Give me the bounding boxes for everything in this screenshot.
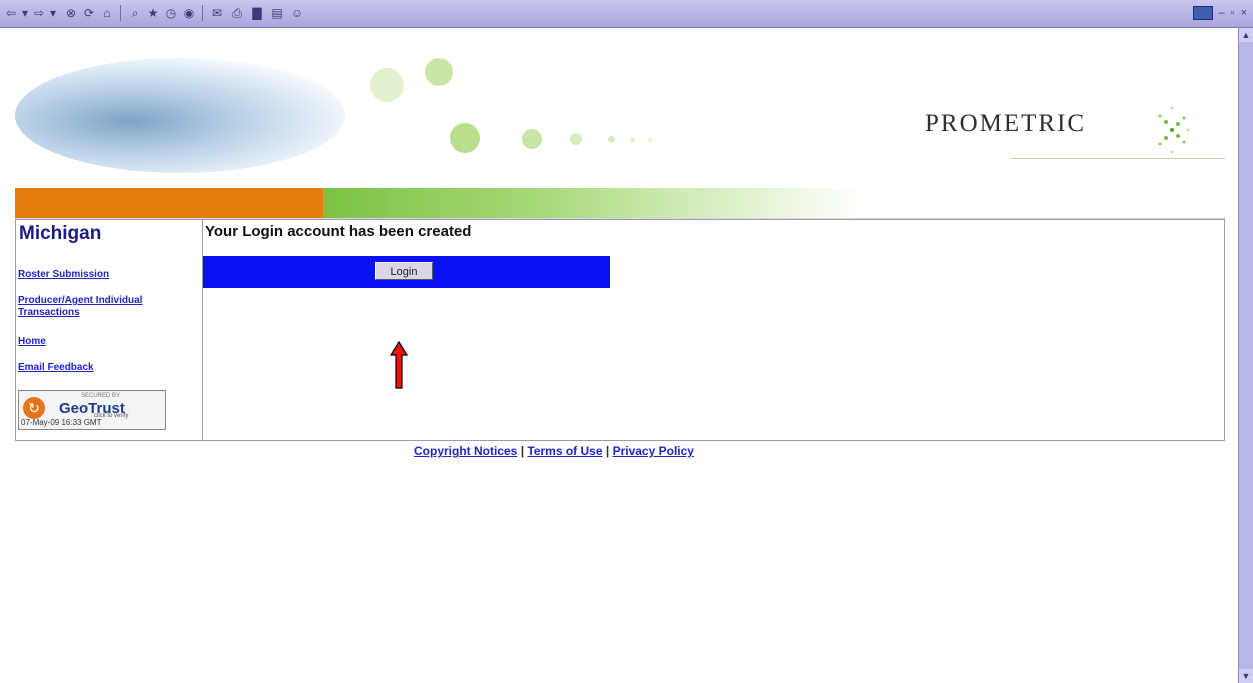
confirmation-message: Your Login account has been created xyxy=(205,223,472,240)
seal-date: 07-May-09 16:33 GMT xyxy=(21,418,102,427)
decor-dot xyxy=(648,138,652,142)
header-green-bar xyxy=(323,188,863,218)
restore-icon[interactable]: ▫ xyxy=(1231,7,1235,19)
prometric-logo-text: PROMETRIC xyxy=(925,110,1087,137)
print-icon[interactable]: ⎙ xyxy=(230,6,244,20)
sidebar-link-roster-submission[interactable]: Roster Submission xyxy=(18,269,109,281)
sidebar-link-home[interactable]: Home xyxy=(18,336,46,348)
sidebar-link-email-feedback[interactable]: Email Feedback xyxy=(18,362,94,374)
footer: Copyright Notices | Terms of Use | Priva… xyxy=(414,444,694,458)
prometric-logo-icon xyxy=(1158,106,1190,154)
search-icon[interactable]: ⌕ xyxy=(128,6,142,20)
forward-icon[interactable]: ⇨ xyxy=(32,6,46,20)
decor-dot xyxy=(522,129,542,149)
edit-icon[interactable]: ▇ xyxy=(250,6,264,20)
sidebar: Michigan Roster Submission Producer/Agen… xyxy=(16,220,203,440)
seal-secured-by: SECURED BY xyxy=(81,393,121,399)
header-swoosh-graphic xyxy=(15,58,345,173)
dropdown-icon[interactable]: ▾ xyxy=(46,6,60,20)
dropdown-icon[interactable]: ▾ xyxy=(18,6,32,20)
main-panel: Michigan Roster Submission Producer/Agen… xyxy=(15,219,1225,441)
footer-link-terms[interactable]: Terms of Use xyxy=(527,444,602,458)
red-arrow-icon xyxy=(390,341,408,389)
toolbar-separator xyxy=(120,5,121,21)
mail-icon[interactable]: ✉ xyxy=(210,6,224,20)
state-title: Michigan xyxy=(19,223,102,244)
window-controls: – ▫ × xyxy=(1192,5,1247,21)
back-icon[interactable]: ⇦ xyxy=(4,6,18,20)
footer-link-privacy[interactable]: Privacy Policy xyxy=(613,444,694,458)
media-icon[interactable]: ◉ xyxy=(182,6,196,20)
windows-logo-icon xyxy=(1192,6,1213,20)
content-area: Your Login account has been created Logi… xyxy=(203,220,1223,440)
stop-icon[interactable]: ⊗ xyxy=(64,6,78,20)
history-icon[interactable]: ◷ xyxy=(164,6,178,20)
favorites-icon[interactable]: ★ xyxy=(146,6,160,20)
scroll-up-icon[interactable]: ▲ xyxy=(1239,28,1253,42)
home-icon[interactable]: ⌂ xyxy=(100,6,114,20)
decor-dot xyxy=(425,58,453,86)
decor-dot xyxy=(450,123,480,153)
close-icon[interactable]: × xyxy=(1241,7,1247,19)
footer-separator: | xyxy=(520,444,525,458)
geotrust-logo-icon: ↻ xyxy=(23,397,45,419)
sidebar-link-producer-agent[interactable]: Producer/Agent Individual Transactions xyxy=(18,295,198,319)
geotrust-seal[interactable]: ↻ SECURED BY GeoTrust click to verify 07… xyxy=(18,390,166,430)
decor-dot xyxy=(570,133,582,145)
browser-toolbar: ⇦ ▾ ⇨ ▾ ⊗ ⟳ ⌂ ⌕ ★ ◷ ◉ ✉ ⎙ ▇ ▤ ☺ – ▫ × xyxy=(0,0,1253,28)
refresh-icon[interactable]: ⟳ xyxy=(82,6,96,20)
messenger-icon[interactable]: ☺ xyxy=(290,6,304,20)
site-header: PROMETRIC xyxy=(0,28,1239,220)
discuss-icon[interactable]: ▤ xyxy=(270,6,284,20)
decor-dot xyxy=(608,136,615,143)
footer-link-copyright[interactable]: Copyright Notices xyxy=(414,444,517,458)
login-bar: Login xyxy=(203,256,610,288)
scroll-down-icon[interactable]: ▼ xyxy=(1239,669,1253,683)
toolbar-separator xyxy=(202,5,203,21)
decor-dot xyxy=(370,68,404,102)
footer-separator: | xyxy=(605,444,610,458)
vertical-scrollbar[interactable]: ▲ ▼ xyxy=(1238,28,1253,683)
decor-dot xyxy=(630,137,635,142)
logo-underline xyxy=(1010,158,1225,159)
minimize-icon[interactable]: – xyxy=(1219,7,1225,19)
login-button[interactable]: Login xyxy=(375,262,433,280)
header-orange-bar xyxy=(15,188,323,218)
